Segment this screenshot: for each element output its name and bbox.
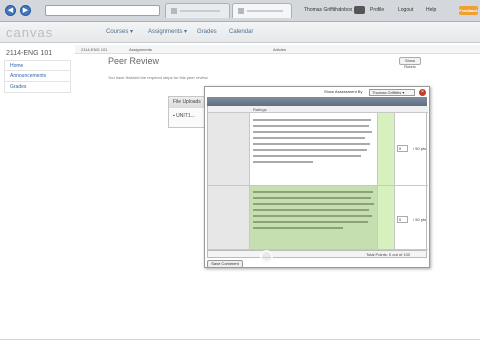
criterion-1-points-total: / 50 pts — [413, 146, 427, 151]
help-link[interactable]: Help — [426, 7, 436, 14]
sidebar-item-announcements[interactable]: Announcements — [4, 71, 71, 82]
course-title: 2114-ENG 101 — [6, 50, 53, 57]
course-nav: Home Announcements Grades — [4, 60, 71, 93]
rating-text-line — [253, 137, 365, 139]
file-uploads-header: File Uploads — [169, 97, 205, 108]
total-points: Total Points: 0 out of 100 — [366, 252, 411, 257]
breadcrumb: 2114-ENG 101 Assignments Articles — [75, 45, 480, 54]
rubric-title — [207, 97, 427, 106]
delete-assessment-icon[interactable]: × — [419, 89, 426, 96]
app-header: canvas Courses ▾ Assignments ▾ Grades Ca… — [0, 22, 480, 43]
breadcrumb-articles[interactable]: Articles — [273, 47, 286, 52]
feedback-tab[interactable]: Feedback — [459, 6, 478, 15]
tab-favicon-icon — [171, 8, 177, 14]
show-assessment-label: Show Assessment By — [324, 89, 363, 94]
rating-text-line — [253, 119, 371, 121]
assessor-select[interactable]: Thomas Griffiths ▾ — [369, 89, 415, 96]
criteria-column-header — [208, 106, 250, 113]
back-arrow-icon[interactable]: ◀ — [5, 5, 16, 16]
file-name: UNIT1... — [176, 113, 195, 119]
ratings-column-header: Ratings — [250, 106, 395, 113]
logout-link[interactable]: Logout — [398, 7, 413, 14]
rating-text-line — [253, 197, 371, 199]
inbox-link[interactable]: Inbox — [340, 7, 352, 14]
nav-grades[interactable]: Grades — [197, 28, 217, 36]
nav-calendar[interactable]: Calendar — [229, 28, 253, 36]
course-sidebar: 2114-ENG 101 Home Announcements Grades — [0, 43, 75, 360]
assessment-selector-bar: Show Assessment By Thomas Griffiths ▾ × — [205, 87, 429, 97]
criterion-2-points: 0 / 50 pts — [395, 186, 428, 250]
pts-column-header — [395, 106, 428, 113]
rubric-table: Ratings 0 / 50 pts 0 / 50 pts — [207, 106, 428, 250]
mouse-cursor-icon — [260, 250, 273, 263]
file-link[interactable]: ▪ UNIT1... — [173, 113, 195, 120]
rubric-total-row: Total Points: 0 out of 100 — [207, 250, 427, 258]
rating-text-line — [253, 203, 374, 205]
breadcrumb-course[interactable]: 2114-ENG 101 — [81, 47, 107, 52]
criterion-1-marker — [378, 113, 395, 186]
peer-review-notice: You have finished the required steps for… — [108, 75, 209, 80]
forward-arrow-icon[interactable]: ▶ — [20, 5, 31, 16]
save-comment-button[interactable]: Save Comment — [207, 260, 243, 268]
browser-toolbar: ◀ ▶ Thomas Griffiths Inbox Profile Logou… — [0, 0, 480, 22]
rating-text-line — [253, 209, 369, 211]
inbox-count-badge — [354, 6, 365, 14]
rating-text-line — [253, 215, 372, 217]
tab-label — [247, 10, 283, 12]
rating-text-line — [253, 131, 372, 133]
canvas-logo[interactable]: canvas — [6, 25, 53, 40]
rating-text-line — [253, 191, 373, 193]
rating-text-line — [253, 143, 370, 145]
rating-text-line — [253, 161, 313, 163]
assessor-select-value: Thomas Griffiths — [372, 90, 402, 95]
rating-text-line — [253, 125, 369, 127]
criterion-2-points-input[interactable]: 0 — [397, 216, 408, 223]
sidebar-item-grades[interactable]: Grades — [4, 82, 71, 93]
breadcrumb-assignments[interactable]: Assignments — [129, 47, 152, 52]
page-title: Peer Review — [108, 56, 160, 66]
criterion-2-points-total: / 50 pts — [413, 217, 427, 222]
criterion-2-rating[interactable] — [250, 186, 378, 250]
browser-tab-2[interactable] — [232, 3, 292, 18]
criterion-1-points: 0 / 50 pts — [395, 113, 428, 186]
criterion-1-points-input[interactable]: 0 — [397, 145, 408, 152]
tab-label — [180, 10, 220, 12]
tab-favicon-icon — [238, 8, 244, 14]
rating-text-line — [253, 227, 343, 229]
user-name-link[interactable]: Thomas Griffiths — [304, 7, 341, 14]
rating-text-line — [253, 155, 361, 157]
criterion-1 — [208, 113, 250, 186]
rating-text-line — [253, 149, 367, 151]
rating-text-line — [253, 221, 368, 223]
criterion-2-marker — [378, 186, 395, 250]
profile-link[interactable]: Profile — [370, 7, 384, 14]
page-footer-divider — [0, 339, 480, 340]
file-uploads-panel: File Uploads ▪ UNIT1... — [168, 96, 206, 128]
criterion-2 — [208, 186, 250, 250]
show-rubric-button[interactable]: Show Rubric — [399, 57, 421, 69]
browser-tab-1[interactable] — [165, 3, 230, 18]
rubric-assessment-dialog: Show Assessment By Thomas Griffiths ▾ × … — [204, 86, 430, 268]
nav-assignments[interactable]: Assignments ▾ — [148, 28, 187, 36]
criterion-1-rating[interactable] — [250, 113, 378, 186]
address-bar[interactable] — [45, 5, 160, 16]
nav-courses[interactable]: Courses ▾ — [106, 28, 133, 36]
sidebar-item-home[interactable]: Home — [4, 60, 71, 71]
